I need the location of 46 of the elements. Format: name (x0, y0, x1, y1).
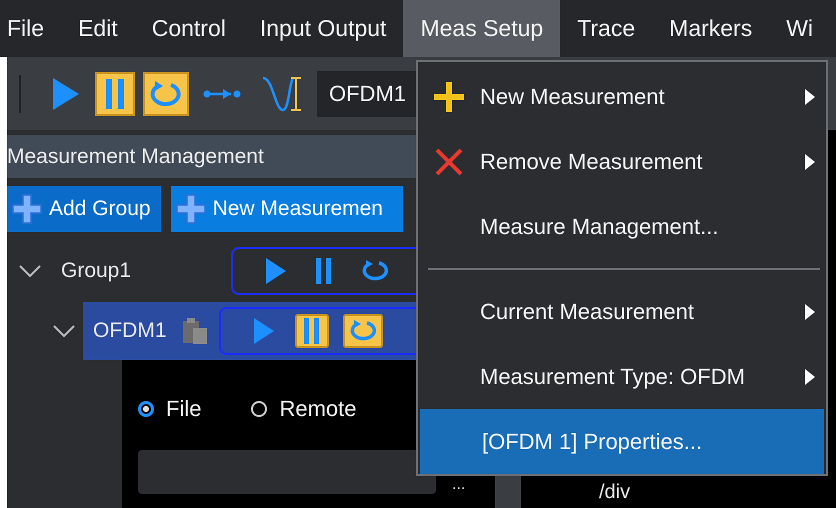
clipboard-icon[interactable] (180, 317, 208, 345)
menu-item[interactable]: Wi (769, 0, 830, 57)
add-button[interactable]: New Measuremen (170, 186, 403, 232)
loop-button[interactable] (143, 72, 189, 116)
close-icon (434, 146, 464, 176)
menu-option[interactable]: Measure Management... (418, 194, 826, 259)
chevron-down-icon[interactable] (19, 264, 41, 278)
radio-option[interactable]: File (138, 396, 202, 422)
submenu-arrow-icon (804, 152, 816, 170)
browse-button[interactable]: ... (452, 476, 466, 494)
plus-icon (433, 80, 465, 112)
chevron-down-icon[interactable] (53, 324, 75, 338)
play-icon (265, 257, 287, 285)
play-icon (252, 317, 274, 345)
group-label: Group1 (60, 259, 132, 283)
submenu-arrow-icon (804, 302, 816, 320)
loop-icon (361, 259, 389, 283)
menu-option[interactable]: [OFDM 1] Properties... (420, 409, 824, 474)
step-icon (203, 86, 241, 100)
file-path-field[interactable] (138, 450, 436, 494)
menu-option[interactable]: Remove Measurement (418, 129, 826, 194)
pause-button[interactable] (294, 314, 328, 348)
menu-item[interactable]: Edit (61, 0, 135, 57)
menu-item[interactable]: Trace (560, 0, 652, 57)
loop-icon (149, 80, 183, 108)
panel-title: Measurement Management (7, 144, 264, 168)
scale-label: /div (599, 481, 630, 505)
plus-icon (11, 193, 43, 225)
measurement-label: OFDM1 (92, 319, 166, 343)
plus-icon (174, 193, 207, 225)
menu-item[interactable]: Input Output (242, 0, 404, 57)
submenu-arrow-icon (804, 88, 816, 106)
submenu-arrow-icon (804, 368, 816, 386)
pause-button[interactable] (95, 72, 135, 116)
loop-button[interactable] (342, 314, 382, 348)
radio-button[interactable] (251, 401, 268, 417)
menu-option[interactable]: New Measurement (418, 64, 826, 129)
play-icon (51, 76, 81, 110)
menu-item[interactable]: Meas Setup (403, 0, 560, 57)
radio-button[interactable] (138, 401, 154, 417)
add-button[interactable]: Add Group (7, 186, 161, 232)
loop-icon (348, 319, 376, 343)
menu-item[interactable]: Markers (652, 0, 770, 57)
radio-option[interactable]: Remote (251, 396, 356, 422)
menu-item[interactable]: Control (134, 0, 243, 57)
menu-item[interactable]: File (0, 0, 62, 57)
